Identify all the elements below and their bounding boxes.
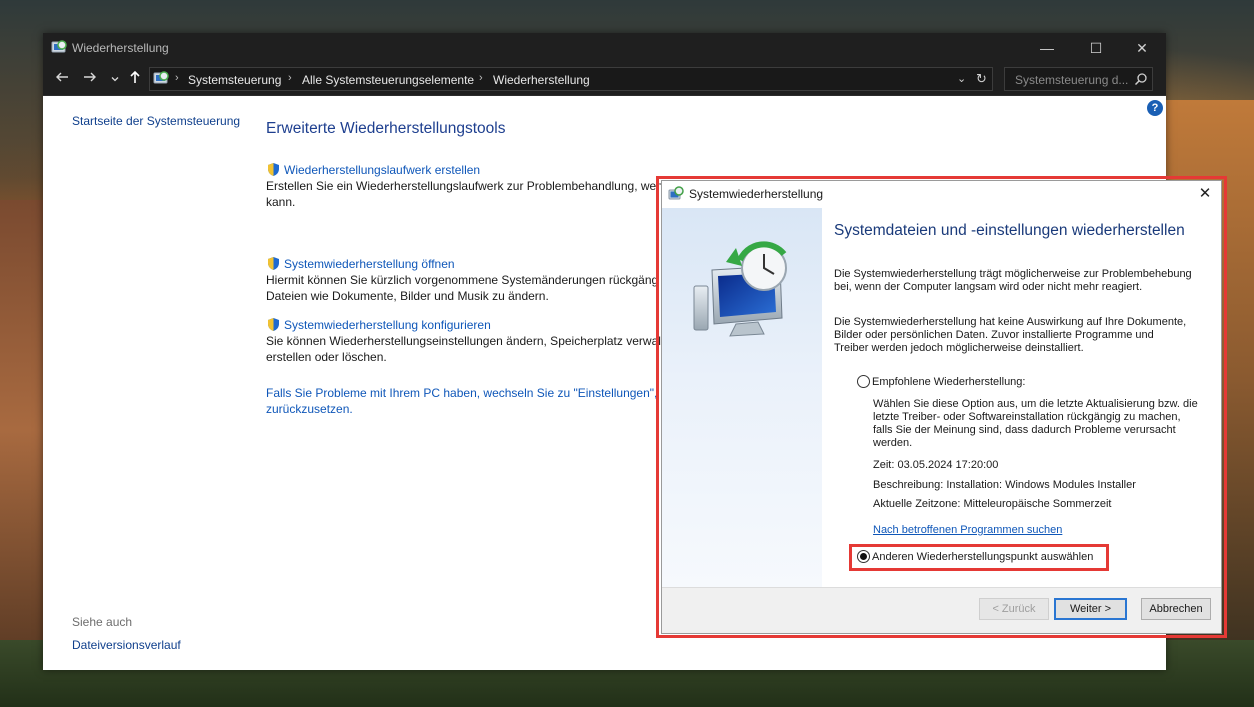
intro-text-2: bei, wenn der Computer langsam wird oder… [834, 281, 1143, 293]
search-icon [1134, 73, 1147, 86]
dialog-heading: Systemdateien und -einstellungen wiederh… [834, 222, 1185, 239]
configure-system-restore-desc-2: erstellen oder löschen. [266, 350, 387, 364]
breadcrumb-systemsteuerung[interactable]: Systemsteuerung [188, 73, 281, 87]
breadcrumb-separator-icon: › [479, 72, 483, 84]
restore-point-description: Beschreibung: Installation: Windows Modu… [873, 479, 1136, 491]
info-text-3: Treiber werden jedoch möglicherweise dei… [834, 342, 1084, 354]
configure-system-restore-link[interactable]: Systemwiederherstellung konfigurieren [284, 318, 491, 332]
breadcrumb-separator-icon: › [288, 72, 292, 84]
dialog-title: Systemwiederherstellung [689, 187, 824, 201]
arrow-right-icon [84, 72, 96, 82]
control-panel-icon [153, 71, 169, 84]
dialog-main-panel: Systemdateien und -einstellungen wiederh… [822, 208, 1221, 587]
chevron-down-icon [111, 77, 119, 82]
back-button[interactable] [52, 70, 72, 90]
create-recovery-drive-desc-1: Erstellen Sie ein Wiederherstellungslauf… [266, 179, 663, 193]
recommended-restore-label[interactable]: Empfohlene Wiederherstellung: [872, 376, 1025, 389]
recent-locations-button[interactable] [105, 70, 125, 90]
window-title: Wiederherstellung [72, 41, 169, 55]
open-system-restore-desc-2: Dateien wie Dokumente, Bilder und Musik … [266, 289, 549, 303]
refresh-icon[interactable]: ↻ [976, 71, 987, 87]
navigation-bar: › Systemsteuerung › Alle Systemsteuerung… [43, 63, 1166, 96]
maximize-button[interactable]: ☐ [1073, 33, 1119, 63]
wallpaper-buildings [0, 200, 44, 660]
intro-text-1: Die Systemwiederherstellung trägt möglic… [834, 268, 1192, 280]
dialog-close-button[interactable]: ✕ [1192, 183, 1218, 205]
search-placeholder: Systemsteuerung d... [1015, 73, 1129, 87]
settings-reset-link-2[interactable]: zurückzusetzen. [266, 401, 353, 417]
scan-affected-programs-link[interactable]: Nach betroffenen Programmen suchen [873, 524, 1062, 536]
uac-shield-icon [268, 257, 279, 270]
page-title: Erweiterte Wiederherstellungstools [266, 120, 506, 137]
info-text-2: Bilder oder persönlichen Daten. Zuvor in… [834, 329, 1154, 341]
up-button[interactable] [125, 70, 145, 90]
breadcrumb-all-items[interactable]: Alle Systemsteuerungselemente [302, 73, 474, 87]
option-highlight-frame [849, 544, 1109, 571]
close-button[interactable]: ✕ [1119, 33, 1165, 63]
arrow-up-icon [130, 70, 140, 83]
dialog-side-panel [662, 208, 822, 587]
control-panel-home-link[interactable]: Startseite der Systemsteuerung [72, 114, 240, 128]
title-bar[interactable]: Wiederherstellung — ☐ ✕ [43, 33, 1166, 63]
breadcrumb-recovery[interactable]: Wiederherstellung [493, 73, 590, 87]
open-system-restore-desc-1: Hiermit können Sie kürzlich vorgenommene… [266, 273, 659, 287]
arrow-left-icon [56, 72, 68, 82]
back-button[interactable]: < Zurück [979, 598, 1049, 620]
forward-button[interactable] [80, 70, 100, 90]
restore-point-time: Zeit: 03.05.2024 17:20:00 [873, 459, 999, 471]
breadcrumb-separator-icon: › [175, 72, 179, 84]
uac-shield-icon [268, 163, 279, 176]
settings-reset-link-1[interactable]: Falls Sie Probleme mit Ihrem PC haben, w… [266, 385, 667, 401]
see-also-label: Siehe auch [72, 615, 133, 629]
recommended-desc-2: letzte Treiber- oder Softwareinstallatio… [873, 411, 1181, 423]
create-recovery-drive-desc-2: kann. [266, 195, 296, 209]
address-bar[interactable]: › Systemsteuerung › Alle Systemsteuerung… [149, 67, 993, 91]
dialog-title-bar[interactable]: Systemwiederherstellung ✕ [662, 181, 1221, 208]
file-history-link[interactable]: Dateiversionsverlauf [72, 638, 181, 652]
next-button[interactable]: Weiter > [1054, 598, 1127, 620]
restore-point-timezone: Aktuelle Zeitzone: Mitteleuropäische Som… [873, 498, 1112, 510]
address-dropdown-icon[interactable]: ⌄ [957, 72, 966, 85]
recommended-desc-3: falls Sie der Meinung sind, dass dadurch… [873, 424, 1176, 436]
recommended-desc-1: Wählen Sie diese Option aus, um die letz… [873, 398, 1198, 410]
help-icon[interactable]: ? [1147, 100, 1163, 116]
recommended-desc-4: werden. [873, 437, 913, 449]
uac-shield-icon [268, 318, 279, 331]
recovery-app-icon [51, 40, 67, 53]
system-restore-icon [668, 186, 684, 200]
open-system-restore-link[interactable]: Systemwiederherstellung öffnen [284, 257, 455, 271]
info-text-1: Die Systemwiederherstellung hat keine Au… [834, 316, 1187, 328]
configure-system-restore-desc-1: Sie können Wiederherstellungseinstellung… [266, 334, 665, 348]
restore-monitor-clock-icon [693, 241, 787, 337]
dialog-footer: < Zurück Weiter > Abbrechen [662, 587, 1221, 633]
search-box[interactable]: Systemsteuerung d... [1004, 67, 1153, 91]
cancel-button[interactable]: Abbrechen [1141, 598, 1211, 620]
minimize-button[interactable]: — [1024, 33, 1070, 63]
recommended-restore-radio[interactable] [857, 375, 870, 388]
create-recovery-drive-link[interactable]: Wiederherstellungslaufwerk erstellen [284, 163, 480, 177]
